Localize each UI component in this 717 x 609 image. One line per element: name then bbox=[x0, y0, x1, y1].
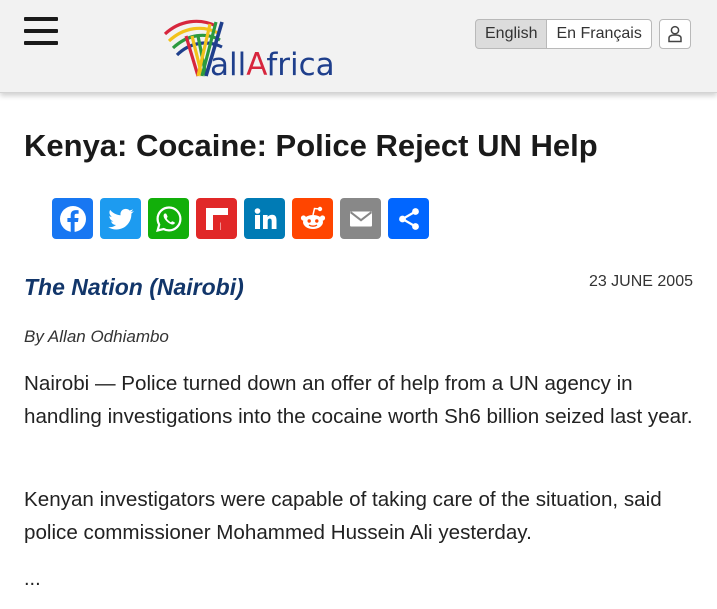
article-paragraph: Nairobi — Police turned down an offer of… bbox=[24, 372, 693, 428]
logo-text-suffix: frica bbox=[266, 47, 334, 82]
generic-share-button[interactable] bbox=[388, 198, 429, 239]
flipboard-icon bbox=[205, 207, 228, 230]
allafrica-logo[interactable]: allAfrica bbox=[162, 14, 337, 83]
logo-icon: allAfrica bbox=[163, 19, 335, 83]
language-switcher: English En Français bbox=[475, 19, 652, 49]
article-source[interactable]: The Nation (Nairobi) bbox=[24, 274, 244, 301]
article-paragraph: Kenyan investigators were capable of tak… bbox=[24, 488, 662, 544]
language-english-button[interactable]: English bbox=[475, 19, 548, 49]
linkedin-share-button[interactable] bbox=[244, 198, 285, 239]
menu-icon[interactable] bbox=[24, 17, 58, 45]
share-buttons bbox=[52, 198, 429, 239]
whatsapp-share-button[interactable] bbox=[148, 198, 189, 239]
facebook-share-button[interactable] bbox=[52, 198, 93, 239]
share-icon bbox=[398, 207, 419, 230]
logo-text-accent: A bbox=[246, 47, 267, 82]
flipboard-share-button[interactable] bbox=[196, 198, 237, 239]
article-byline: By Allan Odhiambo bbox=[24, 327, 169, 346]
article-more-indicator: ... bbox=[24, 568, 41, 590]
site-header: allAfrica English En Français bbox=[0, 0, 717, 93]
twitter-icon bbox=[107, 208, 134, 229]
user-account-button[interactable] bbox=[659, 19, 691, 49]
language-french-button[interactable]: En Français bbox=[547, 19, 652, 49]
email-share-button[interactable] bbox=[340, 198, 381, 239]
reddit-icon bbox=[300, 206, 325, 229]
svg-text:allAfrica: allAfrica bbox=[210, 47, 335, 82]
logo-text-prefix: all bbox=[210, 47, 246, 82]
linkedin-icon bbox=[254, 207, 276, 229]
reddit-share-button[interactable] bbox=[292, 198, 333, 239]
user-icon bbox=[668, 25, 682, 43]
email-icon bbox=[349, 210, 372, 226]
article-date: 23 JUNE 2005 bbox=[588, 273, 693, 290]
twitter-share-button[interactable] bbox=[100, 198, 141, 239]
article-title: Kenya: Cocaine: Police Reject UN Help bbox=[24, 128, 598, 163]
whatsapp-icon bbox=[155, 205, 182, 232]
facebook-icon bbox=[59, 205, 86, 233]
